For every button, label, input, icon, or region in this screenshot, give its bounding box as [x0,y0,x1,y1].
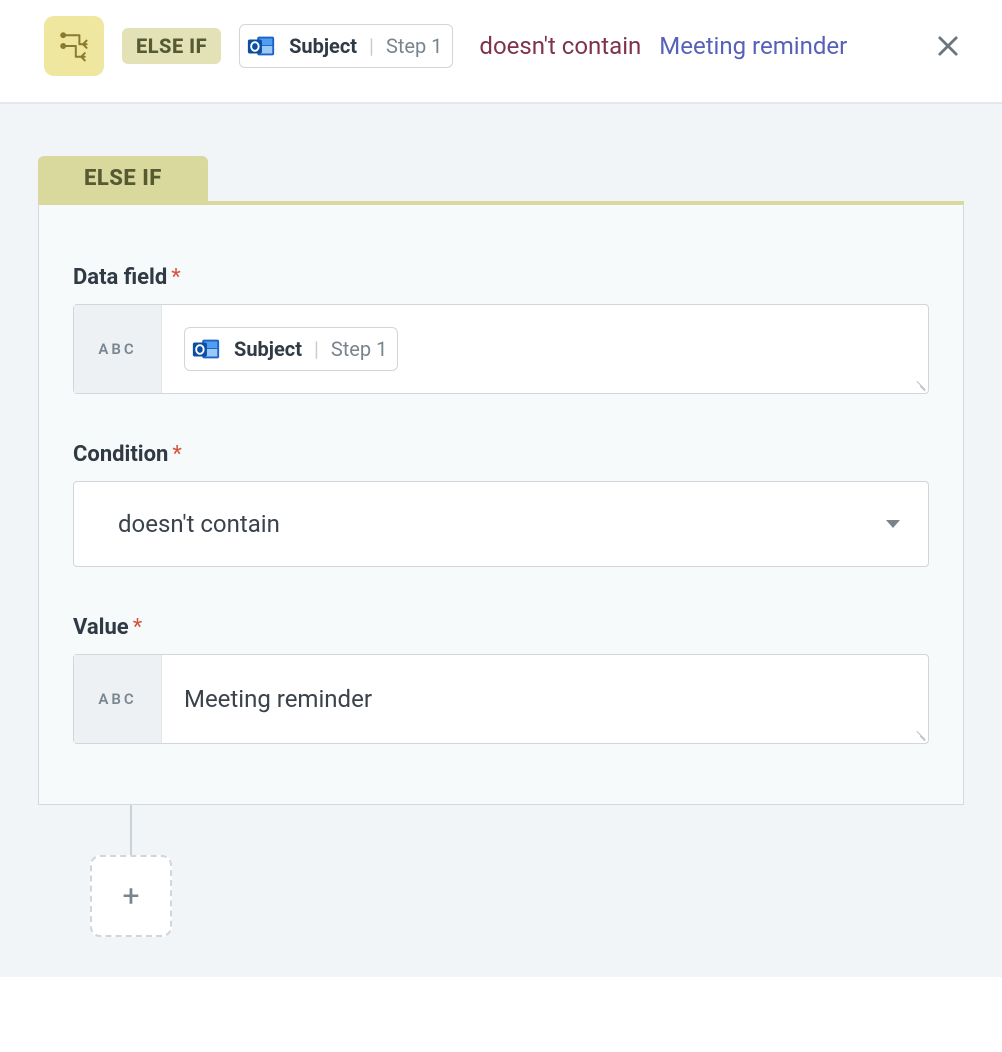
chip-separator: | [369,34,374,58]
subject-chip[interactable]: Subject | Step 1 [239,24,453,68]
value-input[interactable]: ABC Meeting reminder [73,654,929,744]
value-text: Meeting reminder [162,655,928,743]
connector: + [90,805,964,937]
chevron-down-icon [886,520,900,528]
chip-step-label: Step 1 [331,337,387,361]
abc-type-indicator: ABC [74,655,162,743]
data-field-input[interactable]: ABC Subject | [73,304,929,394]
condition-summary-bar: ELSE IF Subject | Step 1 doesn't contain… [0,0,1002,104]
chip-step-label: Step 1 [386,34,442,58]
abc-type-indicator: ABC [74,305,162,393]
condition-select[interactable]: doesn't contain [73,481,929,567]
branch-icon [44,16,104,76]
outlook-icon [243,28,279,64]
condition-summary-text: doesn't contain [479,32,641,60]
data-field-label: Data field* [73,265,929,290]
value-label: Value* [73,615,929,640]
plus-icon: + [122,879,139,914]
chip-separator: | [314,337,319,361]
add-step-button[interactable]: + [90,855,172,937]
value-block: Value* ABC Meeting reminder [73,615,929,744]
value-summary-text: Meeting reminder [659,32,847,60]
condition-label: Condition* [73,442,929,467]
close-icon[interactable] [934,32,962,60]
connector-line [130,805,132,855]
chip-field-label: Subject [289,34,357,58]
tab-elseif[interactable]: ELSE IF [38,156,208,201]
editor-canvas: ELSE IF Data field* ABC [0,104,1002,977]
data-field-chip[interactable]: Subject | Step 1 [184,327,398,371]
outlook-icon [188,331,224,367]
chip-field-label: Subject [234,337,302,361]
condition-selected-value: doesn't contain [118,510,280,538]
resize-handle-icon[interactable] [913,728,925,740]
resize-handle-icon[interactable] [913,378,925,390]
elseif-badge: ELSE IF [122,28,221,64]
condition-panel: Data field* ABC [38,201,964,805]
condition-block: Condition* doesn't contain [73,442,929,567]
data-field-block: Data field* ABC [73,265,929,394]
